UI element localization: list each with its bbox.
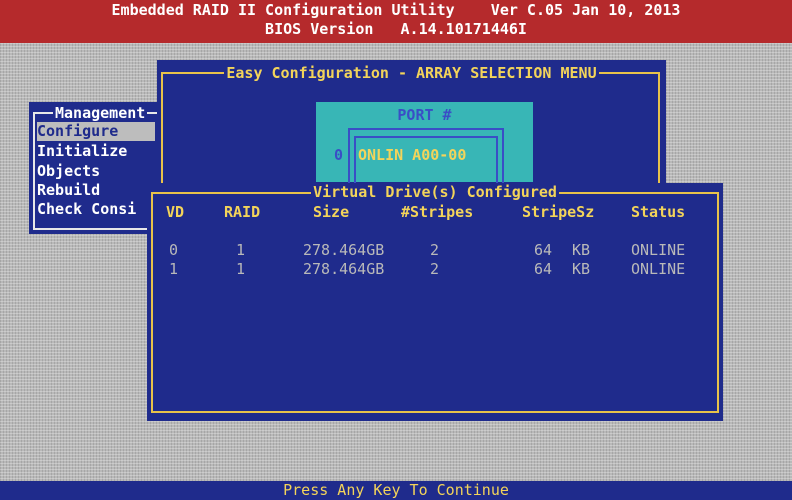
utility-title: Embedded RAID II Configuration Utility V… (111, 1, 681, 19)
drive-state: ONLINE (631, 260, 686, 278)
stripe-count: 2 (430, 241, 440, 259)
vd-id: 1 (169, 260, 179, 278)
port-panel: PORT # 0 ONLIN A00-00 (316, 102, 533, 184)
stripe-size-unit: KB (572, 260, 591, 278)
stripe-count: 2 (430, 260, 440, 278)
stripe-size: 64 (534, 241, 553, 259)
column-header-status: Status (631, 203, 686, 221)
virtual-drives-frame (151, 192, 719, 413)
column-header-raid: RAID (224, 203, 261, 221)
management-menu: Management Configure Initialize Objects … (29, 102, 157, 234)
virtual-drives-title: Virtual Drive(s) Configured (311, 183, 559, 201)
drive-status[interactable]: ONLIN A00-00 (358, 146, 466, 165)
status-bar: Press Any Key To Continue (0, 481, 792, 500)
menu-item-configure[interactable]: Configure (37, 122, 155, 141)
easy-configuration-title: Easy Configuration - ARRAY SELECTION MEN… (224, 64, 599, 82)
menu-item-rebuild[interactable]: Rebuild (37, 181, 155, 200)
drive-size: 278.464GB (303, 241, 385, 259)
menu-item-objects[interactable]: Objects (37, 162, 155, 181)
title-bar: Embedded RAID II Configuration Utility V… (0, 0, 792, 43)
raid-level: 1 (236, 260, 246, 278)
management-menu-title: Management (53, 104, 148, 123)
bios-version: BIOS Version A.14.10171446I (265, 20, 527, 38)
menu-item-check-consistency[interactable]: Check Consi (37, 200, 155, 219)
column-header-stripes: #Stripes (401, 203, 474, 221)
drive-state: ONLINE (631, 241, 686, 259)
column-header-stripe-size: StripeSz (522, 203, 595, 221)
raid-level: 1 (236, 241, 246, 259)
port-panel-title: PORT # (397, 106, 452, 124)
virtual-drives-window: Virtual Drive(s) Configured VD RAID Size… (147, 183, 723, 421)
vd-id: 0 (169, 241, 179, 259)
virtual-drives-title-row: Virtual Drive(s) Configured (147, 183, 723, 202)
stripe-size-unit: KB (572, 241, 591, 259)
menu-item-initialize[interactable]: Initialize (37, 142, 155, 161)
column-header-vd: VD (166, 203, 185, 221)
stripe-size: 64 (534, 260, 553, 278)
easy-configuration-title-row: Easy Configuration - ARRAY SELECTION MEN… (157, 64, 666, 83)
port-number: 0 (334, 146, 344, 164)
drive-size: 278.464GB (303, 260, 385, 278)
column-header-size: Size (313, 203, 350, 221)
